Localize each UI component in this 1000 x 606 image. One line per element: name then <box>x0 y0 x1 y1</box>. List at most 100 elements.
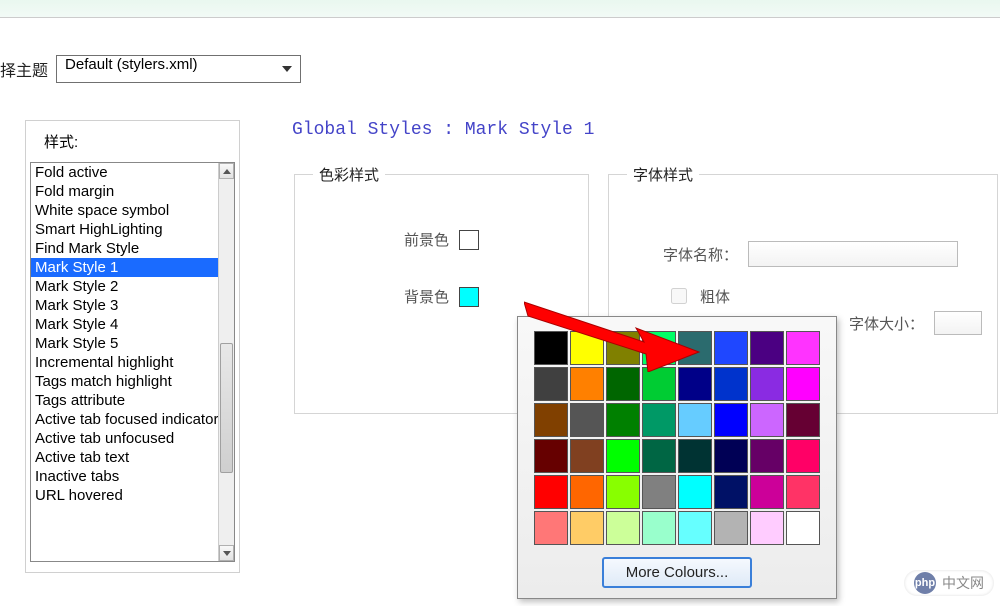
color-swatch[interactable] <box>534 511 568 545</box>
list-item[interactable]: Mark Style 2 <box>31 277 218 296</box>
color-swatch[interactable] <box>750 331 784 365</box>
color-swatch[interactable] <box>606 331 640 365</box>
style-detail-panel: Global Styles : Mark Style 1 色彩样式 前景色 背景… <box>272 100 1000 166</box>
foreground-swatch[interactable] <box>459 230 479 250</box>
font-size-combobox[interactable] <box>934 311 982 335</box>
color-swatch[interactable] <box>642 367 676 401</box>
list-item[interactable]: Mark Style 1 <box>31 258 218 277</box>
color-swatch[interactable] <box>642 511 676 545</box>
list-item[interactable]: Active tab focused indicator <box>31 410 218 429</box>
color-swatch[interactable] <box>714 367 748 401</box>
chevron-up-icon <box>223 169 231 174</box>
list-item[interactable]: Find Mark Style <box>31 239 218 258</box>
color-swatch[interactable] <box>786 367 820 401</box>
font-name-label: 字体名称： <box>663 244 738 265</box>
color-swatch[interactable] <box>570 475 604 509</box>
color-swatch[interactable] <box>678 367 712 401</box>
color-swatch[interactable] <box>642 439 676 473</box>
watermark-text: 中文网 <box>942 573 984 593</box>
color-swatch[interactable] <box>678 403 712 437</box>
color-swatch[interactable] <box>786 403 820 437</box>
color-swatch[interactable] <box>786 331 820 365</box>
color-swatch[interactable] <box>534 331 568 365</box>
color-swatch[interactable] <box>714 403 748 437</box>
list-item[interactable]: Inactive tabs <box>31 467 218 486</box>
color-swatch[interactable] <box>786 475 820 509</box>
list-item[interactable]: Fold margin <box>31 182 218 201</box>
color-swatch[interactable] <box>534 439 568 473</box>
color-swatch[interactable] <box>786 439 820 473</box>
font-name-combobox[interactable] <box>748 241 958 267</box>
watermark: php 中文网 <box>904 570 994 596</box>
color-swatch[interactable] <box>534 403 568 437</box>
more-colours-button[interactable]: More Colours... <box>602 557 753 588</box>
list-item[interactable]: Active tab unfocused <box>31 429 218 448</box>
font-name-row: 字体名称： <box>663 241 958 267</box>
theme-combobox[interactable]: Default (stylers.xml) <box>56 55 301 83</box>
color-swatch[interactable] <box>570 367 604 401</box>
list-item[interactable]: Incremental highlight <box>31 353 218 372</box>
font-size-label: 字体大小： <box>849 313 924 334</box>
color-swatch[interactable] <box>534 367 568 401</box>
list-item[interactable]: Tags attribute <box>31 391 218 410</box>
list-item[interactable]: Active tab text <box>31 448 218 467</box>
color-swatch[interactable] <box>606 439 640 473</box>
font-size-row: 字体大小： <box>849 311 982 335</box>
color-swatch[interactable] <box>678 331 712 365</box>
bold-checkbox[interactable] <box>671 288 687 304</box>
styles-group-label: 样式: <box>44 131 235 152</box>
color-swatch[interactable] <box>642 403 676 437</box>
background-label: 背景色 <box>404 286 449 307</box>
scroll-up-button[interactable] <box>219 163 234 179</box>
color-swatch[interactable] <box>750 439 784 473</box>
color-swatch[interactable] <box>606 403 640 437</box>
color-swatch[interactable] <box>714 439 748 473</box>
theme-selector-row: 择主题 Default (stylers.xml) <box>0 55 301 83</box>
color-swatch[interactable] <box>534 475 568 509</box>
color-swatch[interactable] <box>678 475 712 509</box>
color-grid <box>534 331 820 545</box>
color-swatch[interactable] <box>714 475 748 509</box>
list-item[interactable]: Smart HighLighting <box>31 220 218 239</box>
color-picker-popup: More Colours... <box>517 316 837 599</box>
color-swatch[interactable] <box>750 511 784 545</box>
scroll-thumb[interactable] <box>220 343 233 473</box>
color-swatch[interactable] <box>714 511 748 545</box>
window-titlebar-edge <box>0 0 1000 18</box>
theme-label: 择主题 <box>0 57 48 81</box>
color-swatch[interactable] <box>642 331 676 365</box>
color-swatch[interactable] <box>786 511 820 545</box>
color-swatch[interactable] <box>606 511 640 545</box>
color-swatch[interactable] <box>570 403 604 437</box>
list-item[interactable]: URL hovered <box>31 486 218 505</box>
color-swatch[interactable] <box>570 331 604 365</box>
bold-label: 粗体 <box>700 286 730 307</box>
color-swatch[interactable] <box>678 511 712 545</box>
list-item[interactable]: Mark Style 3 <box>31 296 218 315</box>
list-item[interactable]: White space symbol <box>31 201 218 220</box>
bold-row: 粗体 <box>667 285 730 307</box>
background-swatch[interactable] <box>459 287 479 307</box>
chevron-down-icon <box>223 551 231 556</box>
list-item[interactable]: Tags match highlight <box>31 372 218 391</box>
color-swatch[interactable] <box>678 439 712 473</box>
styles-group: 样式: Fold activeFold marginWhite space sy… <box>25 120 240 573</box>
theme-combobox-value: Default (stylers.xml) <box>65 56 198 73</box>
list-item[interactable]: Mark Style 5 <box>31 334 218 353</box>
color-swatch[interactable] <box>570 439 604 473</box>
list-item[interactable]: Fold active <box>31 163 218 182</box>
color-swatch[interactable] <box>570 511 604 545</box>
foreground-label: 前景色 <box>404 229 449 250</box>
scroll-down-button[interactable] <box>219 545 234 561</box>
color-swatch[interactable] <box>750 403 784 437</box>
color-swatch[interactable] <box>606 475 640 509</box>
styles-listbox[interactable]: Fold activeFold marginWhite space symbol… <box>30 162 235 562</box>
list-item[interactable]: Mark Style 4 <box>31 315 218 334</box>
color-swatch[interactable] <box>642 475 676 509</box>
listbox-scrollbar[interactable] <box>218 163 234 561</box>
background-row: 背景色 <box>313 286 570 307</box>
color-swatch[interactable] <box>714 331 748 365</box>
color-swatch[interactable] <box>606 367 640 401</box>
color-swatch[interactable] <box>750 367 784 401</box>
color-swatch[interactable] <box>750 475 784 509</box>
